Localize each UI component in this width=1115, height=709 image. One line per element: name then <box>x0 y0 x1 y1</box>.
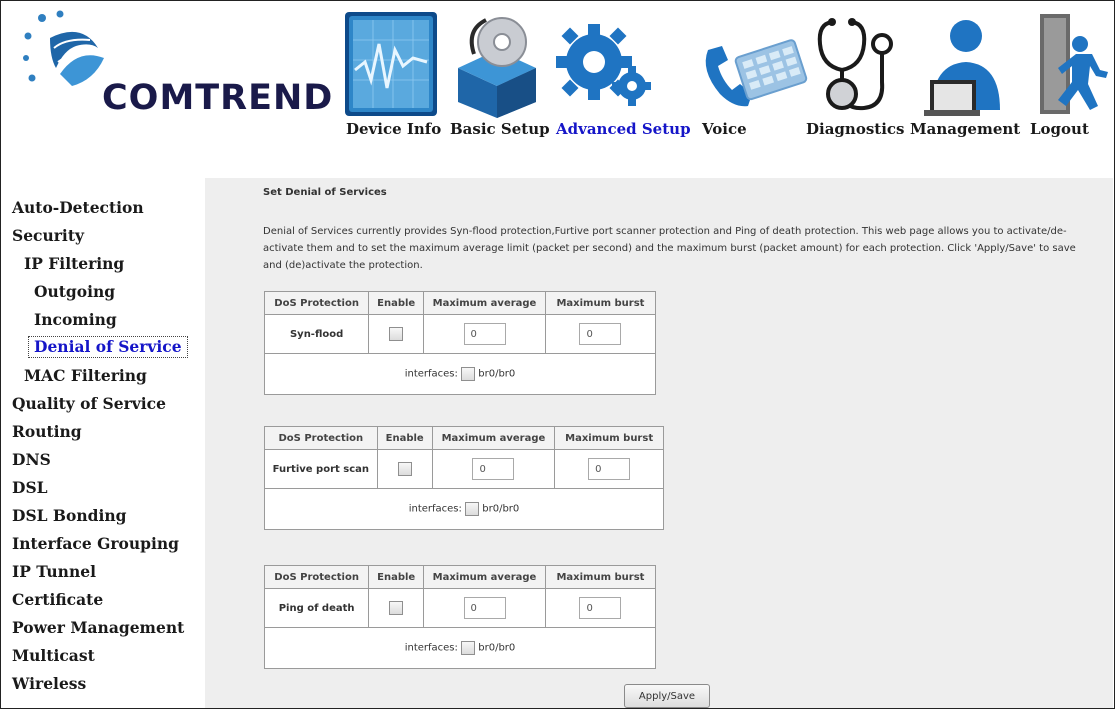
interfaces-label: interfaces: <box>404 368 458 380</box>
sidebar-item-dsl[interactable]: DSL <box>12 478 48 498</box>
max-average-input[interactable]: 0 <box>472 458 515 480</box>
sidebar-item-dsl-bonding[interactable]: DSL Bonding <box>12 506 126 526</box>
interface-checkbox[interactable] <box>461 367 476 381</box>
dos-table-furtive-port-scan: DoS Protection Enable Maximum average Ma… <box>264 426 664 530</box>
phone-icon[interactable] <box>690 10 810 120</box>
sidebar-item-certificate[interactable]: Certificate <box>12 590 103 610</box>
sidebar-item-mac-filtering[interactable]: MAC Filtering <box>24 366 147 386</box>
sidebar-item-routing[interactable]: Routing <box>12 422 82 442</box>
interfaces-label: interfaces: <box>408 503 462 515</box>
protection-name: Furtive port scan <box>264 449 378 489</box>
sidebar-item-security[interactable]: Security <box>12 226 84 246</box>
apply-save-button[interactable]: Apply/Save <box>624 684 710 708</box>
header-maximum-average: Maximum average <box>423 291 546 315</box>
sidebar-item-ip-filtering[interactable]: IP Filtering <box>24 254 124 274</box>
comtrend-logo: COMTREND <box>20 8 340 128</box>
nav-diagnostics[interactable]: Diagnostics <box>806 120 904 138</box>
box-disc-icon[interactable] <box>452 10 542 120</box>
page-title: Set Denial of Services <box>263 187 387 198</box>
chart-monitor-icon[interactable] <box>343 10 439 120</box>
enable-checkbox[interactable] <box>397 462 412 476</box>
nav-device-info[interactable]: Device Info <box>346 120 441 138</box>
brand-name: COMTREND <box>102 78 334 118</box>
comtrend-globe-icon <box>23 10 104 86</box>
sidebar: Auto-Detection Security IP Filtering Out… <box>0 178 205 709</box>
header-maximum-burst: Maximum burst <box>544 291 657 315</box>
exit-door-icon[interactable] <box>1032 10 1110 120</box>
header-enable: Enable <box>368 565 425 589</box>
enable-checkbox[interactable] <box>389 327 404 341</box>
top-nav: Device Info Basic Setup Advanced Setup V… <box>0 120 1113 144</box>
nav-management[interactable]: Management <box>910 120 1020 138</box>
interface-name: br0/br0 <box>478 368 516 380</box>
interface-checkbox[interactable] <box>465 502 480 516</box>
header-maximum-average: Maximum average <box>431 426 556 450</box>
sidebar-item-outgoing[interactable]: Outgoing <box>34 282 115 302</box>
protection-name: Ping of death <box>263 588 370 628</box>
dos-table-ping-of-death: DoS Protection Enable Maximum average Ma… <box>263 565 657 669</box>
header-maximum-burst: Maximum burst <box>554 426 664 450</box>
nav-advanced-setup[interactable]: Advanced Setup <box>556 120 691 138</box>
enable-checkbox[interactable] <box>389 601 404 615</box>
sidebar-item-incoming[interactable]: Incoming <box>34 310 117 330</box>
interfaces-label: interfaces: <box>404 642 458 654</box>
interface-name: br0/br0 <box>478 642 516 654</box>
max-burst-input[interactable]: 0 <box>579 597 622 619</box>
sidebar-item-quality-of-service[interactable]: Quality of Service <box>12 394 166 414</box>
header-dos-protection: DoS Protection <box>263 565 370 589</box>
header: COMTREND Device Info Basic Setup Advance… <box>0 0 1113 178</box>
header-dos-protection: DoS Protection <box>263 291 370 315</box>
sidebar-item-multicast[interactable]: Multicast <box>12 646 95 666</box>
dos-table-syn-flood: DoS Protection Enable Maximum average Ma… <box>263 291 657 395</box>
person-laptop-icon[interactable] <box>920 10 1010 120</box>
sidebar-item-interface-grouping[interactable]: Interface Grouping <box>12 534 179 554</box>
nav-basic-setup[interactable]: Basic Setup <box>450 120 550 138</box>
protection-name: Syn-flood <box>263 314 370 354</box>
max-burst-input[interactable]: 0 <box>588 458 631 480</box>
interface-checkbox[interactable] <box>461 641 476 655</box>
sidebar-item-dns[interactable]: DNS <box>12 450 51 470</box>
header-enable: Enable <box>368 291 425 315</box>
main-content: Set Denial of Services Denial of Service… <box>205 178 1113 709</box>
page-description: Denial of Services currently provides Sy… <box>263 226 1076 271</box>
header-dos-protection: DoS Protection <box>264 426 378 450</box>
header-maximum-average: Maximum average <box>423 565 546 589</box>
max-average-input[interactable]: 0 <box>463 323 506 345</box>
sidebar-item-denial-of-service[interactable]: Denial of Service <box>28 336 188 358</box>
nav-logout[interactable]: Logout <box>1030 120 1089 138</box>
gears-icon[interactable] <box>552 10 652 120</box>
sidebar-item-auto-detection[interactable]: Auto-Detection <box>12 198 144 218</box>
nav-voice[interactable]: Voice <box>702 120 747 138</box>
header-enable: Enable <box>376 426 433 450</box>
max-average-input[interactable]: 0 <box>463 597 506 619</box>
sidebar-item-wireless[interactable]: Wireless <box>12 674 86 694</box>
interface-name: br0/br0 <box>482 503 520 515</box>
max-burst-input[interactable]: 0 <box>579 323 622 345</box>
header-maximum-burst: Maximum burst <box>544 565 657 589</box>
sidebar-item-power-management[interactable]: Power Management <box>12 618 184 638</box>
stethoscope-icon[interactable] <box>812 10 894 120</box>
sidebar-item-ip-tunnel[interactable]: IP Tunnel <box>12 562 96 582</box>
